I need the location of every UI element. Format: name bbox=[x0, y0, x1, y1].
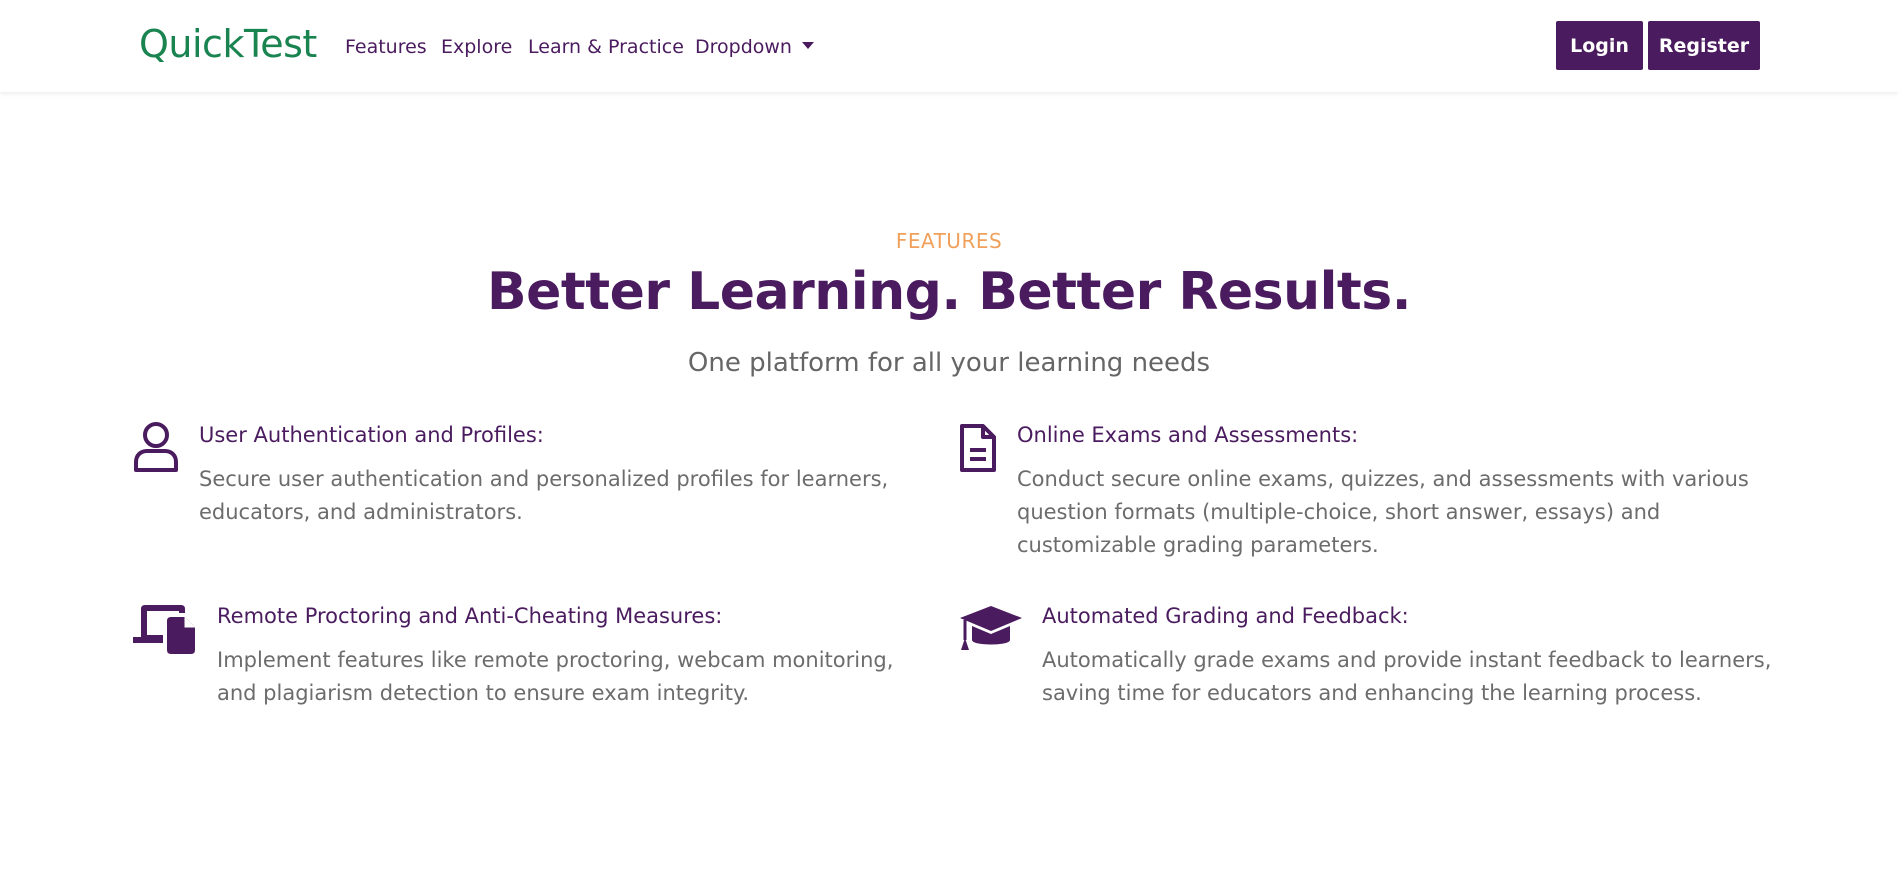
feature-title: Remote Proctoring and Anti-Cheating Meas… bbox=[217, 604, 723, 628]
nav-link-learn-practice[interactable]: Learn & Practice bbox=[528, 36, 684, 58]
feature-description: Secure user authentication and personali… bbox=[199, 467, 889, 524]
feature-title: Online Exams and Assessments: bbox=[1017, 423, 1359, 447]
feature-title: User Authentication and Profiles: bbox=[199, 423, 544, 447]
feature-description: Implement features like remote proctorin… bbox=[217, 648, 894, 705]
devices-icon bbox=[133, 601, 197, 659]
user-icon bbox=[133, 422, 179, 476]
nav-dropdown-toggle[interactable]: Dropdown bbox=[695, 36, 814, 58]
feature-description: Automatically grade exams and provide in… bbox=[1042, 648, 1772, 705]
nav-link-explore[interactable]: Explore bbox=[441, 36, 512, 58]
document-icon bbox=[958, 422, 998, 478]
nav-link-features[interactable]: Features bbox=[345, 36, 427, 58]
graduation-cap-icon bbox=[958, 604, 1024, 656]
chevron-down-icon bbox=[801, 42, 814, 49]
login-button[interactable]: Login bbox=[1556, 21, 1643, 70]
feature-title: Automated Grading and Feedback: bbox=[1042, 604, 1409, 628]
nav-dropdown-label: Dropdown bbox=[695, 36, 792, 58]
section-subtitle: One platform for all your learning needs bbox=[687, 348, 1211, 378]
section-eyebrow: FEATURES bbox=[895, 229, 1003, 253]
feature-description: Conduct secure online exams, quizzes, an… bbox=[1017, 467, 1749, 557]
register-button[interactable]: Register bbox=[1648, 21, 1760, 70]
brand-logo[interactable]: QuickTest bbox=[139, 22, 317, 66]
navbar: QuickTest Features Explore Learn & Pract… bbox=[0, 0, 1898, 92]
section-title: Better Learning. Better Results. bbox=[486, 262, 1412, 322]
